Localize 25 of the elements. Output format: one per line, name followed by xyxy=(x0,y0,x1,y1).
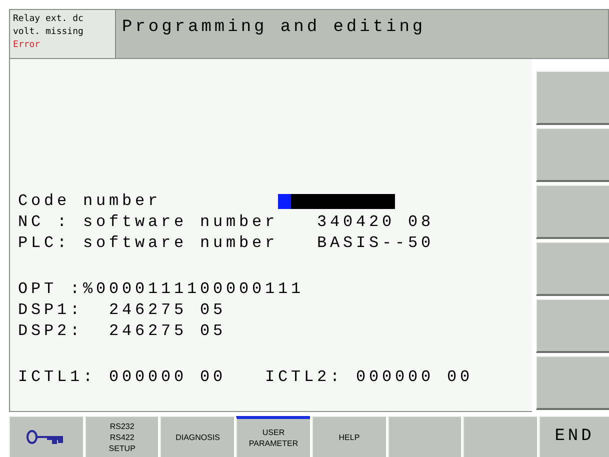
status-message: volt. missing xyxy=(13,26,84,39)
info-line: DSP1: 246275 05 xyxy=(18,300,228,321)
info-line: DSP2: 246275 05 xyxy=(18,321,228,342)
mode-title: Programming and editing xyxy=(122,18,426,37)
side-softkey[interactable] xyxy=(536,185,609,239)
info-line: OPT :%0000111100000111 xyxy=(18,279,306,300)
info-line: PLC: software number BASIS--50 xyxy=(18,233,436,254)
code-number-label: Code number xyxy=(18,191,162,212)
side-softkey[interactable] xyxy=(536,128,609,182)
info-line: ICTL1: 000000 00 ICTL2: 000000 00 xyxy=(18,367,474,388)
softkey[interactable]: END xyxy=(539,416,609,457)
side-softkey[interactable] xyxy=(536,71,609,125)
side-softkey[interactable] xyxy=(536,356,609,410)
side-softkey[interactable] xyxy=(536,242,609,296)
side-softkey[interactable] xyxy=(536,299,609,353)
softkey[interactable]: HELP xyxy=(312,416,386,457)
cursor-icon xyxy=(278,194,291,209)
code-number-field[interactable] xyxy=(278,194,395,209)
status-message: Relay ext. dc xyxy=(13,13,84,26)
softkey[interactable]: USER PARAMETER xyxy=(236,416,310,457)
error-label: Error xyxy=(13,39,42,52)
info-line: NC : software number 340420 08 xyxy=(18,212,436,233)
key-softkey[interactable] xyxy=(9,416,83,457)
softkey[interactable]: DIAGNOSIS xyxy=(160,416,234,457)
softkey[interactable]: RS232 RS422 SETUP xyxy=(84,416,158,457)
